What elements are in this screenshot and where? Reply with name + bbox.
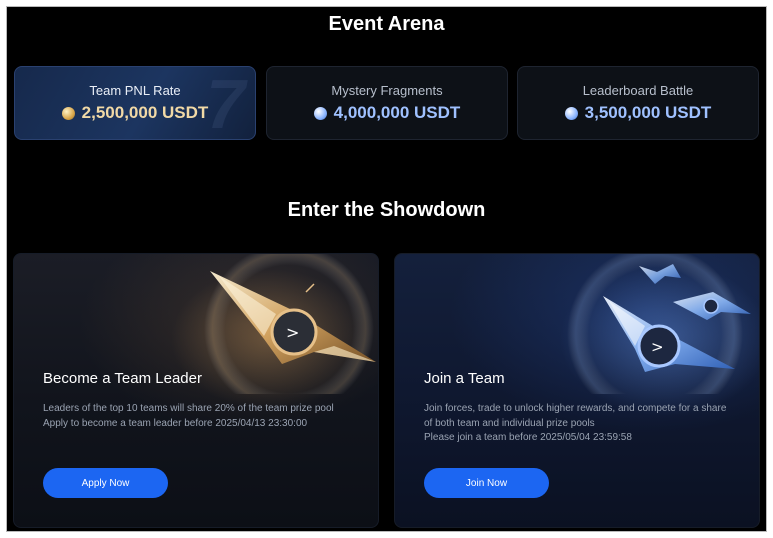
blue-token-icon xyxy=(313,106,327,120)
pool-value: 2,500,000 USDT xyxy=(81,103,209,122)
join-team-card: > Join a Team Join forces, trade to unlo… xyxy=(394,253,760,528)
card-description: Join forces, trade to unlock higher rewa… xyxy=(424,402,744,446)
pool-label: Team PNL Rate xyxy=(89,83,181,98)
pool-tab-leaderboard-battle[interactable]: Leaderboard Battle 3,500,000 USDT xyxy=(517,66,759,140)
description-line: Join forces, trade to unlock higher rewa… xyxy=(424,403,727,414)
join-now-button[interactable]: Join Now xyxy=(424,468,549,498)
team-leader-card: > Become a Team Leader Leaders of the to… xyxy=(13,253,379,528)
apply-now-button[interactable]: Apply Now xyxy=(43,468,168,498)
blue-token-icon xyxy=(564,106,578,120)
gold-coin-icon xyxy=(61,106,75,120)
svg-text:>: > xyxy=(286,323,299,342)
description-line: of both team and individual prize pools xyxy=(424,417,595,429)
pool-value: 3,500,000 USDT xyxy=(584,103,712,122)
description-line: Apply to become a team leader before 202… xyxy=(43,417,308,429)
event-arena-title: Event Arena xyxy=(328,13,445,35)
pool-tab-mystery-fragments[interactable]: Mystery Fragments 4,000,000 USDT xyxy=(266,66,508,140)
showdown-title: Enter the Showdown xyxy=(287,199,486,221)
pool-label: Mystery Fragments xyxy=(331,83,443,98)
card-title: Become a Team Leader xyxy=(43,370,202,387)
pool-value: 4,000,000 USDT xyxy=(333,103,461,122)
event-page: Event Arena 7 Team PNL Rate 2,500,000 US… xyxy=(6,6,767,532)
svg-text:>: > xyxy=(651,338,664,356)
card-title: Join a Team xyxy=(424,370,505,387)
description-line: Leaders of the top 10 teams will share 2… xyxy=(43,403,334,414)
card-description: Leaders of the top 10 teams will share 2… xyxy=(43,402,363,431)
pool-label: Leaderboard Battle xyxy=(582,83,694,98)
description-line: Please join a team before 2025/05/04 23:… xyxy=(424,432,632,444)
pool-tab-team-pnl-rate[interactable]: 7 Team PNL Rate 2,500,000 USDT xyxy=(14,66,256,141)
